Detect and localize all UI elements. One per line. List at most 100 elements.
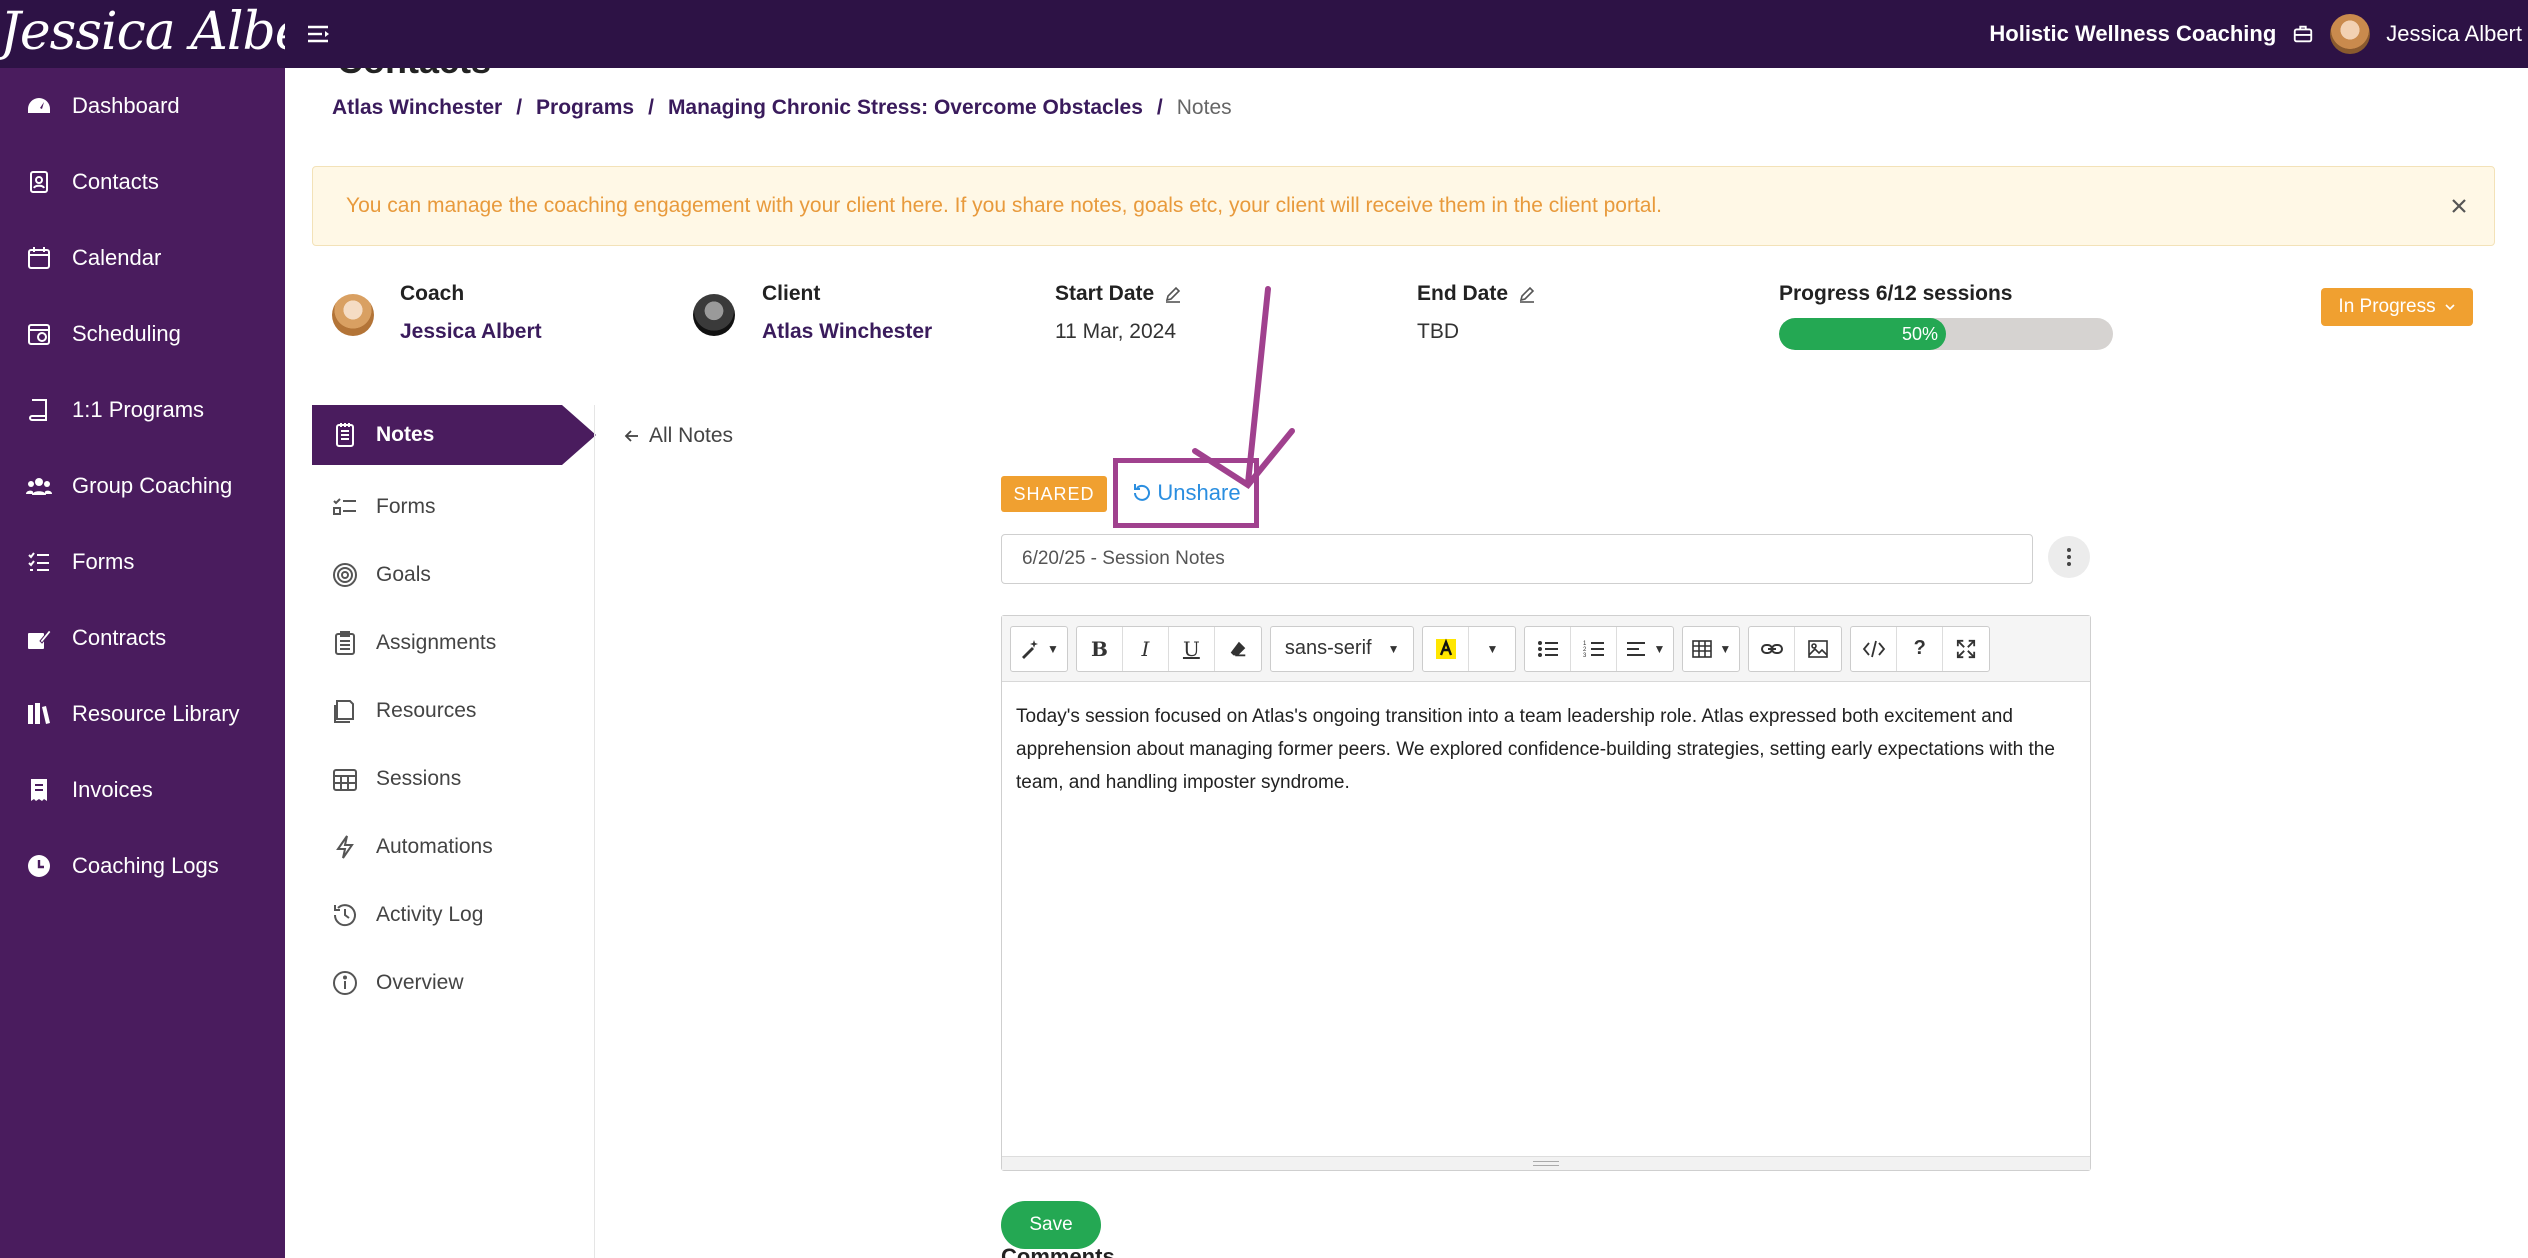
unshare-button[interactable]: Unshare	[1113, 458, 1259, 528]
comments-heading: Comments	[1001, 1244, 1115, 1258]
coach-block: Coach Jessica Albert	[400, 282, 542, 344]
sidebar-item-calendar[interactable]: Calendar	[0, 220, 285, 296]
start-date-label-row: Start Date	[1055, 282, 1182, 306]
undo-icon	[1134, 484, 1151, 501]
client-avatar	[693, 294, 735, 336]
help-button[interactable]: ?	[1897, 626, 1944, 671]
tab-overview[interactable]: Overview	[312, 949, 595, 1017]
end-date-block: End Date TBD	[1417, 282, 1536, 344]
tab-resources[interactable]: Resources	[312, 677, 595, 745]
underline-button[interactable]: U	[1169, 626, 1215, 671]
coach-name[interactable]: Jessica Albert	[400, 320, 542, 344]
sidebar-item-label: Contacts	[72, 169, 159, 194]
editor-content[interactable]: Today's session focused on Atlas's ongoi…	[1002, 682, 2090, 1102]
image-button[interactable]	[1795, 627, 1841, 671]
edit-start-date-icon[interactable]	[1164, 285, 1182, 303]
breadcrumb-programs[interactable]: Programs	[536, 96, 634, 120]
note-title-input[interactable]: 6/20/25 - Session Notes	[1001, 534, 2033, 584]
top-bar: Jessica Albert Holistic Wellness Coachin…	[0, 0, 2528, 68]
bullet-list-button[interactable]	[1525, 626, 1572, 671]
caret-down-icon: ▼	[1387, 641, 1400, 656]
magic-style-button[interactable]: ▼	[1011, 627, 1067, 671]
breadcrumb-contact[interactable]: Atlas Winchester	[332, 96, 502, 120]
link-button[interactable]	[1749, 626, 1796, 671]
clipboard-icon	[335, 631, 355, 655]
user-name[interactable]: Jessica Albert	[2386, 21, 2522, 47]
main-sidebar: Dashboard Contacts Calendar Scheduling 1…	[0, 68, 285, 1258]
sidebar-item-label: Dashboard	[72, 93, 180, 118]
status-label: In Progress	[2338, 296, 2436, 317]
sidebar-item-dashboard[interactable]: Dashboard	[0, 68, 285, 144]
edit-end-date-icon[interactable]	[1518, 285, 1536, 303]
save-button[interactable]: Save	[1001, 1201, 1101, 1249]
sidebar-item-label: Coaching Logs	[72, 853, 219, 878]
organization-name[interactable]: Holistic Wellness Coaching	[1989, 21, 2276, 47]
progress-block: Progress 6/12 sessions 50%	[1779, 282, 2113, 350]
sidebar-item-contacts[interactable]: Contacts	[0, 144, 285, 220]
numbered-list-button[interactable]: 123	[1571, 626, 1618, 671]
grip-icon	[1533, 1161, 1559, 1166]
code-view-button[interactable]	[1851, 626, 1898, 671]
code-icon	[1862, 640, 1885, 657]
main-content: Contacts Atlas Winchester / Programs / M…	[285, 68, 2528, 1258]
menu-toggle-icon[interactable]	[306, 22, 332, 46]
highlight-color-icon	[1435, 638, 1456, 659]
client-name[interactable]: Atlas Winchester	[762, 320, 932, 344]
tab-notes[interactable]: Notes	[312, 405, 596, 465]
close-icon[interactable]	[2446, 193, 2472, 219]
brand-logo[interactable]: Jessica Albert	[0, 0, 285, 68]
toolbar-group-color: ▼	[1422, 625, 1517, 672]
sidebar-item-label: Calendar	[72, 245, 162, 270]
tab-label: Assignments	[376, 631, 497, 654]
clear-format-button[interactable]	[1215, 627, 1261, 671]
sidebar-item-label: Contracts	[72, 625, 167, 650]
page-title: Contacts	[337, 68, 491, 82]
table-icon	[1692, 639, 1713, 658]
toolbar-group-format: B I U	[1075, 625, 1262, 672]
align-dropdown-button[interactable]: ▼	[1617, 627, 1673, 671]
tab-assignments[interactable]: Assignments	[312, 609, 595, 677]
signature-icon	[28, 629, 52, 649]
tab-goals[interactable]: Goals	[312, 541, 595, 609]
text-color-button[interactable]	[1423, 626, 1470, 671]
color-dropdown-button[interactable]: ▼	[1469, 627, 1515, 671]
caret-down-icon: ▼	[1047, 641, 1059, 656]
sidebar-item-programs[interactable]: 1:1 Programs	[0, 372, 285, 448]
more-options-icon[interactable]	[2048, 536, 2090, 578]
sidebar-item-forms[interactable]: Forms	[0, 524, 285, 600]
editor-resize-handle[interactable]	[1002, 1156, 2090, 1170]
numbered-list-icon: 123	[1583, 641, 1604, 659]
sidebar-item-coaching-logs[interactable]: Coaching Logs	[0, 828, 285, 904]
shared-badge: SHARED	[1001, 476, 1107, 512]
sidebar-item-invoices[interactable]: Invoices	[0, 752, 285, 828]
bold-icon: B	[1090, 636, 1108, 661]
user-avatar[interactable]	[2330, 14, 2371, 54]
breadcrumb-program-name[interactable]: Managing Chronic Stress: Overcome Obstac…	[668, 96, 1143, 120]
toolbar-group-style: ▼	[1010, 625, 1068, 672]
contacts-icon	[30, 171, 48, 193]
tab-automations[interactable]: Automations	[312, 813, 595, 881]
font-family-select[interactable]: sans-serif ▼	[1271, 627, 1414, 671]
italic-button[interactable]: I	[1123, 626, 1169, 671]
sidebar-item-resource-library[interactable]: Resource Library	[0, 676, 285, 752]
table-button[interactable]: ▼	[1683, 627, 1739, 671]
tab-sessions[interactable]: Sessions	[312, 745, 595, 813]
sidebar-item-scheduling[interactable]: Scheduling	[0, 296, 285, 372]
sidebar-item-contracts[interactable]: Contracts	[0, 600, 285, 676]
editor-toolbar: ▼ B I U sans-serif ▼ ▼ 1 2 3 ▼ ▼ ?	[1002, 616, 2090, 682]
sidebar-item-label: Group Coaching	[72, 473, 233, 498]
breadcrumb-separator: /	[1156, 96, 1163, 119]
tab-forms[interactable]: Forms	[312, 473, 595, 541]
tab-activity-log[interactable]: Activity Log	[312, 881, 595, 949]
bold-button[interactable]: B	[1077, 626, 1123, 671]
sidebar-item-group-coaching[interactable]: Group Coaching	[0, 448, 285, 524]
briefcase-icon[interactable]	[2292, 23, 2314, 45]
question-icon: ?	[1913, 637, 1926, 659]
notes-icon	[336, 423, 354, 447]
back-label: All Notes	[649, 424, 734, 447]
status-dropdown[interactable]: In Progress	[2321, 288, 2473, 326]
fullscreen-button[interactable]	[1943, 627, 1989, 671]
back-to-all-notes[interactable]: All Notes	[623, 424, 733, 448]
breadcrumb-separator: /	[516, 96, 523, 119]
tab-label: Activity Log	[376, 903, 484, 926]
